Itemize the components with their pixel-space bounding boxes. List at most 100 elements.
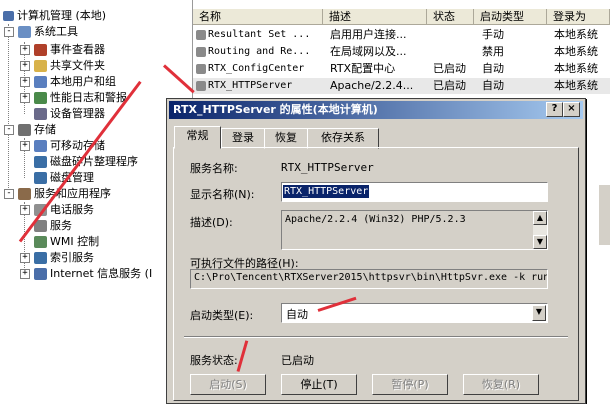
iis-icon xyxy=(34,268,47,280)
dialog-title: RTX_HTTPServer 的属性(本地计算机) xyxy=(173,103,378,116)
chevron-down-icon[interactable]: ▼ xyxy=(532,305,546,321)
col-header-description[interactable]: 描述 xyxy=(323,9,427,25)
expand-icon[interactable]: + xyxy=(20,253,30,263)
display-name-value: RTX_HTTPServer xyxy=(283,185,370,198)
computer-management-icon xyxy=(3,11,14,21)
properties-dialog: RTX_HTTPServer 的属性(本地计算机) ? × 常规 登录 恢复 依… xyxy=(166,98,586,404)
tree-item-label[interactable]: 存储 xyxy=(34,122,56,138)
startup-type-value: 自动 xyxy=(286,308,308,321)
expand-icon[interactable]: + xyxy=(20,205,30,215)
table-cell-desc: RTX配置中心 xyxy=(330,62,396,75)
table-cell-name[interactable]: Resultant Set ... xyxy=(208,27,334,43)
dialog-titlebar[interactable]: RTX_HTTPServer 的属性(本地计算机) xyxy=(169,101,583,119)
table-cell-name[interactable]: RTX_ConfigCenter xyxy=(208,61,334,77)
service-gear-icon xyxy=(196,30,206,40)
tree-item-label[interactable]: 索引服务 xyxy=(50,250,94,266)
general-tab-panel: 服务名称: RTX_HTTPServer 显示名称(N): RTX_HTTPSe… xyxy=(173,147,579,401)
event-viewer-icon xyxy=(34,44,47,56)
table-cell-desc: 在局域网以及... xyxy=(330,45,407,58)
service-status-label: 服务状态: xyxy=(190,354,238,367)
table-cell-status xyxy=(433,27,477,43)
table-cell-startup: 自动 xyxy=(482,79,504,92)
col-header-status[interactable]: 状态 xyxy=(427,9,474,25)
resume-button[interactable]: 恢复(R) xyxy=(463,374,539,395)
tab-recovery[interactable]: 恢复 xyxy=(264,128,308,149)
collapse-icon[interactable]: - xyxy=(4,27,14,37)
disk-icon xyxy=(34,172,47,184)
divider xyxy=(184,336,568,338)
scroll-down-icon[interactable]: ▼ xyxy=(533,235,547,249)
table-cell-logon: 本地系统 xyxy=(554,62,598,75)
tab-dependencies[interactable]: 依存关系 xyxy=(307,128,379,149)
table-cell-desc: Apache/2.2.4... xyxy=(330,79,414,92)
expand-icon[interactable]: + xyxy=(20,93,30,103)
help-button[interactable]: ? xyxy=(546,102,563,117)
table-cell-logon: 本地系统 xyxy=(554,45,598,58)
console-tree: 计算机管理 (本地) - 系统工具 + 事件查看器 + 共享文件夹 + 本地用户和组 + 性能日志… xyxy=(0,0,193,402)
tree-root-label[interactable]: 计算机管理 (本地) xyxy=(17,8,106,24)
collapse-icon[interactable]: - xyxy=(4,125,14,135)
removable-storage-icon xyxy=(34,140,47,152)
list-scrollbar[interactable] xyxy=(598,185,610,245)
description-value: Apache/2.2.4 (Win32) PHP/5.2.3 xyxy=(285,214,466,225)
tree-item-label[interactable]: 电话服务 xyxy=(50,202,94,218)
display-name-label: 显示名称(N): xyxy=(190,188,255,201)
tree-item-label[interactable]: 事件查看器 xyxy=(50,42,105,58)
table-cell-desc: 启用用户连接... xyxy=(330,28,407,41)
index-icon xyxy=(34,252,47,264)
storage-icon xyxy=(18,124,31,136)
col-header-startup[interactable]: 启动类型 xyxy=(474,9,547,25)
wmi-icon xyxy=(34,236,47,248)
start-button[interactable]: 启动(S) xyxy=(190,374,266,395)
display-name-field[interactable]: RTX_HTTPServer xyxy=(281,182,548,202)
service-gear-icon xyxy=(196,81,206,91)
service-status-value: 已启动 xyxy=(281,354,314,367)
startup-type-select[interactable]: 自动 ▼ xyxy=(281,303,548,323)
tree-item-label[interactable]: 性能日志和警报 xyxy=(50,90,127,106)
shared-folder-icon xyxy=(34,60,47,72)
description-scrollbar[interactable]: ▲ ▼ xyxy=(533,211,547,249)
expand-icon[interactable]: + xyxy=(20,61,30,71)
table-cell-startup: 禁用 xyxy=(482,45,504,58)
tree-item-label[interactable]: 本地用户和组 xyxy=(50,74,116,90)
table-cell-logon: 本地系统 xyxy=(554,28,598,41)
table-cell-name[interactable]: Routing and Re... xyxy=(208,44,334,60)
table-cell-name[interactable]: RTX_HTTPServer xyxy=(208,78,334,94)
tree-item-label[interactable]: 设备管理器 xyxy=(50,106,105,122)
col-header-logon[interactable]: 登录为 xyxy=(547,9,610,25)
tree-item-label[interactable]: 系统工具 xyxy=(34,24,78,40)
description-field: Apache/2.2.4 (Win32) PHP/5.2.3 ▲ ▼ xyxy=(281,210,548,250)
table-cell-status: 已启动 xyxy=(433,62,466,75)
tree-item-label[interactable]: 服务和应用程序 xyxy=(34,186,111,202)
table-cell-logon: 本地系统 xyxy=(554,79,598,92)
col-header-name[interactable]: 名称 xyxy=(193,9,323,25)
service-gear-icon xyxy=(196,64,206,74)
pause-button[interactable]: 暂停(P) xyxy=(372,374,448,395)
scroll-up-icon[interactable]: ▲ xyxy=(533,211,547,225)
expand-icon[interactable]: + xyxy=(20,141,30,151)
collapse-icon[interactable]: - xyxy=(4,189,14,199)
expand-icon[interactable]: + xyxy=(20,269,30,279)
service-gear-icon xyxy=(196,47,206,57)
tree-item-label[interactable]: Internet 信息服务 (I xyxy=(50,266,152,282)
expand-icon[interactable]: + xyxy=(20,77,30,87)
table-cell-status xyxy=(433,44,477,60)
expand-icon[interactable]: + xyxy=(20,45,30,55)
exe-path-field: C:\Pro\Tencent\RTXServer2015\httpsvr\bin… xyxy=(190,269,548,289)
tools-icon xyxy=(18,26,31,38)
tree-item-label[interactable]: WMI 控制 xyxy=(50,234,99,250)
tab-general[interactable]: 常规 xyxy=(174,126,221,149)
performance-icon xyxy=(34,92,47,104)
close-button[interactable]: × xyxy=(563,102,580,117)
defrag-icon xyxy=(34,156,47,168)
table-cell-startup: 自动 xyxy=(482,62,504,75)
table-cell-startup: 手动 xyxy=(482,28,504,41)
tree-item-label[interactable]: 共享文件夹 xyxy=(50,58,105,74)
tree-item-label[interactable]: 服务 xyxy=(50,218,72,234)
service-name-value: RTX_HTTPServer xyxy=(281,161,374,174)
tree-item-label[interactable]: 磁盘碎片整理程序 xyxy=(50,154,138,170)
stop-button[interactable]: 停止(T) xyxy=(281,374,357,395)
table-cell-status: 已启动 xyxy=(433,79,466,92)
description-label: 描述(D): xyxy=(190,216,233,229)
tab-logon[interactable]: 登录 xyxy=(221,128,265,149)
